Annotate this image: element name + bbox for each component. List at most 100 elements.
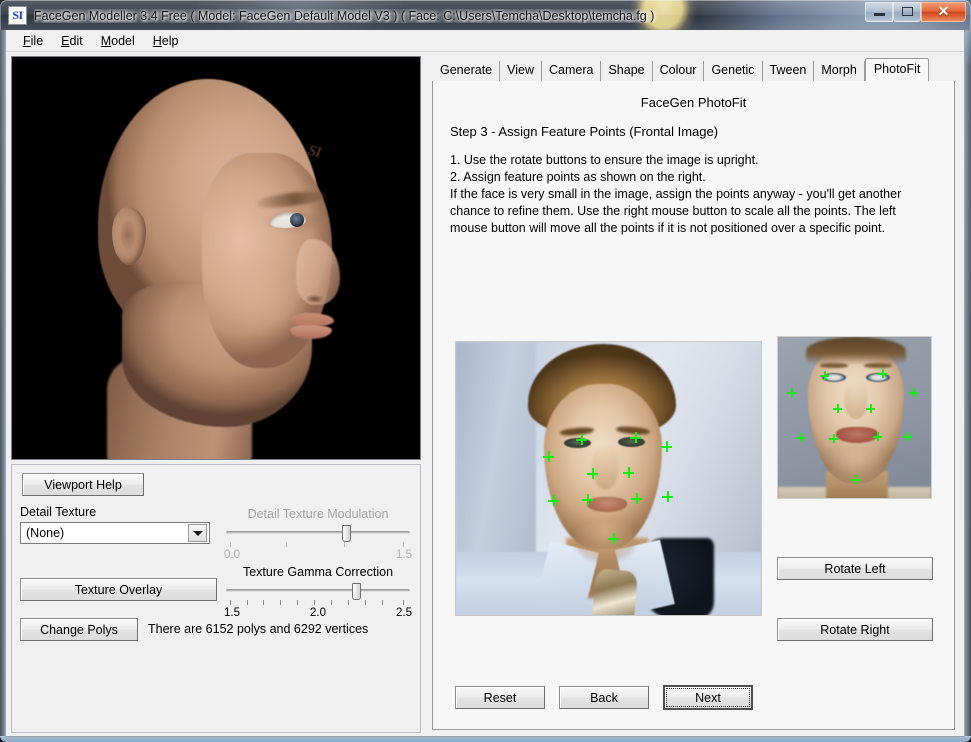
- ref-hair: [806, 337, 906, 365]
- ref-chin: [826, 447, 886, 487]
- slider-track-line: [226, 589, 410, 592]
- tab-label: Tween: [769, 63, 807, 77]
- right-pane: Generate View Camera Shape Colour Geneti…: [427, 54, 961, 733]
- tab-label: View: [507, 63, 534, 77]
- texture-overlay-button[interactable]: Texture Overlay: [20, 578, 217, 601]
- title-bar[interactable]: SI FaceGen Modeller 3.4 Free ( Model: Fa…: [0, 0, 971, 30]
- menu-item-edit[interactable]: Edit: [52, 32, 92, 50]
- window-title: FaceGen Modeller 3.4 Free ( Model: FaceG…: [34, 8, 655, 23]
- slider-scale: 0.0 1.5: [224, 549, 412, 563]
- tab-label: Colour: [659, 63, 697, 77]
- chevron-down-icon[interactable]: [188, 524, 207, 542]
- photofit-title: FaceGen PhotoFit: [640, 95, 747, 110]
- detail-texture-label: Detail Texture: [20, 505, 97, 519]
- tab-colour[interactable]: Colour: [652, 61, 705, 81]
- ref-eye-left: [822, 373, 846, 382]
- next-button[interactable]: Next: [663, 685, 753, 710]
- photo-chin: [574, 520, 636, 562]
- tab-view[interactable]: View: [500, 61, 542, 81]
- texture-overlay-label: Texture Overlay: [74, 582, 163, 597]
- 3d-viewport[interactable]: SI: [11, 56, 421, 460]
- photo-nose: [592, 446, 619, 490]
- instruction-line-5: mouse button will move all the points if…: [450, 221, 885, 235]
- photo-tie: [591, 568, 639, 615]
- change-polys-label: Change Polys: [40, 622, 118, 637]
- ref-eye-right: [866, 373, 890, 382]
- menu-bar: File Edit Model Help: [6, 30, 964, 52]
- photo-lips: [587, 497, 627, 512]
- step-title: Step 3 - Assign Feature Points (Frontal …: [450, 124, 719, 139]
- tab-morph[interactable]: Morph: [814, 61, 865, 81]
- change-polys-button[interactable]: Change Polys: [20, 618, 138, 641]
- ref-lips: [836, 427, 878, 443]
- texture-gamma-correction-slider[interactable]: [224, 583, 412, 600]
- ref-eyebrow-left: [820, 363, 848, 368]
- detail-texture-dropdown[interactable]: (None): [20, 522, 210, 544]
- slider-mid-label: 2.0: [310, 607, 326, 619]
- triangle-down-glyph: [192, 530, 203, 536]
- detail-texture-value: (None): [26, 526, 65, 540]
- instructions-block: 1. Use the rotate buttons to ensure the …: [450, 152, 937, 237]
- slider-thumb[interactable]: [351, 583, 361, 600]
- rotate-right-label: Rotate Right: [820, 622, 890, 637]
- viewport-watermark: SI: [306, 142, 322, 162]
- minimize-icon: [873, 13, 885, 16]
- detail-texture-modulation-slider[interactable]: [224, 525, 412, 542]
- frontal-image-canvas[interactable]: [455, 341, 762, 616]
- application-window: SI FaceGen Modeller 3.4 Free ( Model: Fa…: [0, 0, 971, 742]
- tab-camera[interactable]: Camera: [542, 61, 602, 81]
- photo-eye-left: [564, 438, 591, 448]
- tab-photofit[interactable]: PhotoFit: [864, 58, 930, 82]
- maximize-button[interactable]: [893, 1, 921, 22]
- instruction-line-1: 1. Use the rotate buttons to ensure the …: [450, 153, 759, 167]
- detail-texture-modulation-slider-group: Detail Texture Modulation 0.0 1.5: [224, 507, 412, 563]
- window-border-right: [965, 30, 971, 737]
- rotate-left-button[interactable]: Rotate Left: [777, 557, 933, 580]
- slider-track-line: [226, 531, 410, 534]
- back-label: Back: [590, 690, 618, 705]
- menu-item-help[interactable]: Help: [144, 32, 188, 50]
- tab-label: Generate: [440, 63, 493, 77]
- tab-label: Shape: [608, 63, 645, 77]
- tab-label: Camera: [549, 63, 594, 77]
- instruction-line-4: chance to refine them. Use the right mou…: [450, 204, 896, 218]
- client-area: File Edit Model Help SI Viewport Help De…: [5, 30, 965, 737]
- slider-max-label: 2.5: [396, 607, 412, 619]
- detail-texture-modulation-label: Detail Texture Modulation: [247, 507, 389, 521]
- head-model-render: SI: [12, 57, 420, 459]
- reset-label: Reset: [483, 690, 517, 705]
- rotate-right-button[interactable]: Rotate Right: [777, 618, 933, 641]
- slider-min-label: 1.5: [224, 607, 240, 619]
- slider-thumb[interactable]: [342, 525, 352, 542]
- texture-gamma-correction-slider-group: Texture Gamma Correction 1.5 2.0 2.5: [224, 565, 412, 621]
- polys-info-text: There are 6152 polys and 6292 vertices: [148, 622, 369, 636]
- head-ear-inner: [120, 220, 136, 250]
- close-button[interactable]: ✕: [921, 1, 966, 22]
- ref-nose: [844, 381, 868, 419]
- back-button[interactable]: Back: [559, 686, 649, 709]
- reset-button[interactable]: Reset: [455, 686, 545, 709]
- viewport-help-label: Viewport Help: [44, 477, 122, 492]
- app-icon: SI: [8, 6, 27, 25]
- instruction-line-3: If the face is very small in the image, …: [450, 187, 902, 201]
- tab-label: Morph: [821, 63, 857, 77]
- viewport-controls-panel: Viewport Help Detail Texture (None) Text…: [11, 464, 421, 733]
- maximize-icon: [901, 7, 913, 16]
- slider-ticks: [224, 600, 412, 607]
- tab-generate[interactable]: Generate: [432, 61, 501, 81]
- next-label: Next: [695, 690, 721, 705]
- minimize-button[interactable]: [865, 1, 893, 22]
- menu-item-file[interactable]: File: [14, 32, 52, 50]
- viewport-help-button[interactable]: Viewport Help: [22, 473, 144, 496]
- head-iris: [290, 213, 304, 227]
- menu-item-model[interactable]: Model: [92, 32, 144, 50]
- wizard-button-bar: Reset Back Next: [433, 673, 954, 729]
- rotate-left-label: Rotate Left: [824, 561, 886, 576]
- head-nostril: [306, 295, 323, 303]
- tab-label: PhotoFit: [873, 62, 921, 76]
- slider-ticks: [224, 542, 412, 549]
- tab-tween[interactable]: Tween: [762, 61, 815, 81]
- tab-shape[interactable]: Shape: [601, 61, 653, 81]
- photofit-panel: FaceGen PhotoFit Step 3 - Assign Feature…: [432, 81, 955, 730]
- tab-genetic[interactable]: Genetic: [704, 61, 763, 81]
